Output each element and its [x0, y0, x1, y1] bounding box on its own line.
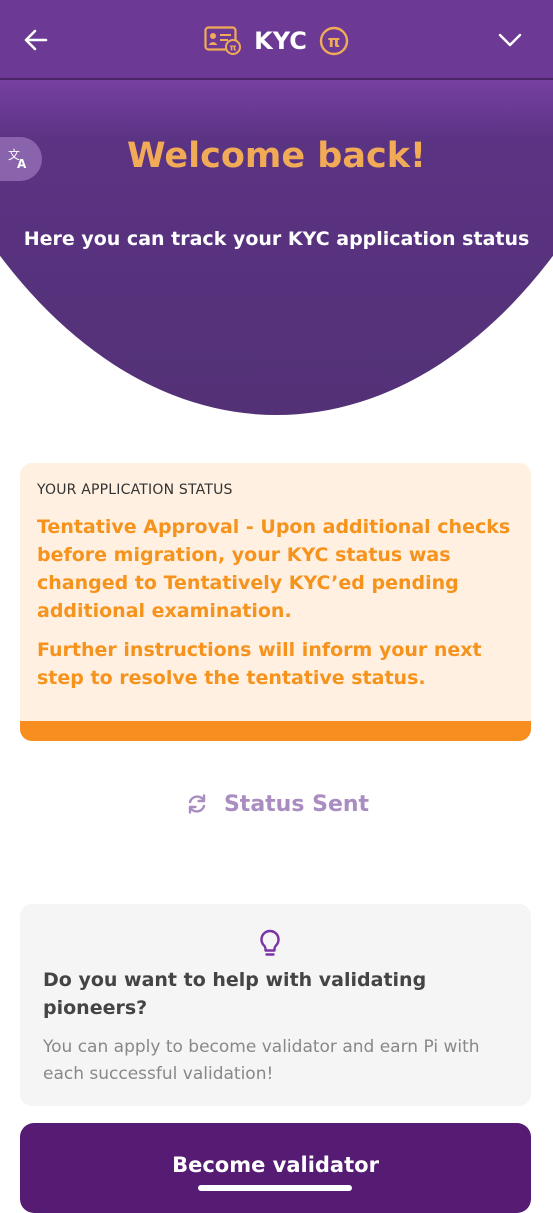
hero-highlight — [0, 80, 553, 140]
hero-subtitle: Here you can track your KYC application … — [23, 228, 530, 250]
validator-description: You can apply to become validator and ea… — [43, 1037, 480, 1084]
header-title-group: π KYC π — [0, 24, 553, 58]
menu-toggle-button[interactable] — [497, 28, 523, 52]
id-card-pi-icon: π — [204, 26, 242, 55]
status-instructions: Further instructions will inform your ne… — [37, 639, 482, 689]
svg-text:π: π — [230, 44, 237, 54]
status-accent-bar — [20, 721, 531, 741]
page-title: KYC — [254, 27, 307, 55]
chevron-down-icon — [498, 33, 522, 47]
status-card-heading: YOUR APPLICATION STATUS — [37, 482, 233, 498]
validator-info-card: Do you want to help with validating pion… — [20, 904, 531, 1106]
status-sent-label: Status Sent — [223, 791, 370, 817]
hero-banner — [0, 80, 553, 420]
validator-title: Do you want to help with validating pion… — [43, 969, 427, 1019]
application-status-card: YOUR APPLICATION STATUS Tentative Approv… — [20, 463, 531, 741]
svg-text:π: π — [328, 32, 341, 51]
status-message: Tentative Approval - Upon additional che… — [37, 516, 511, 622]
welcome-heading: Welcome back! — [127, 136, 426, 176]
status-sent-indicator: Status Sent — [0, 786, 553, 822]
top-bar: π KYC π — [0, 0, 553, 80]
sync-icon — [188, 794, 206, 814]
home-indicator[interactable] — [198, 1185, 352, 1191]
pi-coin-icon: π — [319, 26, 349, 56]
become-validator-label: Become validator — [172, 1153, 379, 1177]
lightbulb-icon — [260, 929, 280, 956]
